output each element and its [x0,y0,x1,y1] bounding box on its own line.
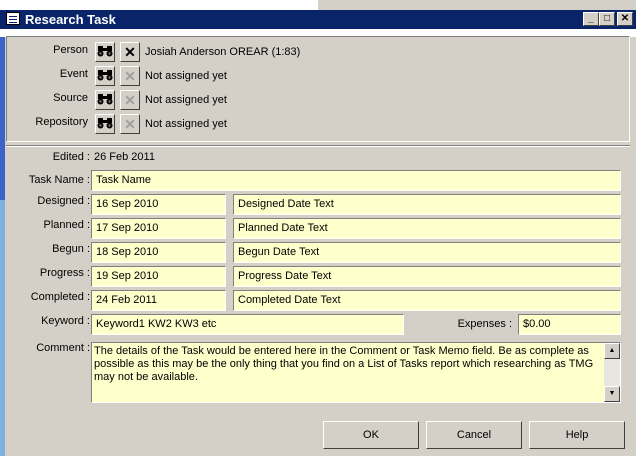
scroll-up-icon[interactable]: ▲ [604,343,620,359]
binoculars-icon [97,117,113,132]
assign-label-event: Event [59,68,88,80]
assign-value-person: Josiah Anderson OREAR (1:83) [145,46,301,58]
task-name-field[interactable]: Task Name [91,170,621,191]
clear-repository-button[interactable]: ✕ [120,114,140,134]
form-icon [6,12,20,25]
designed-date-field[interactable]: 16 Sep 2010 [91,194,226,215]
begun-date-field[interactable]: 18 Sep 2010 [91,242,226,263]
assign-label-repository: Repository [35,116,88,128]
ok-button[interactable]: OK [323,421,419,449]
edited-label: Edited : [52,151,90,163]
edited-value: 26 Feb 2011 [94,151,155,163]
keyword-field[interactable]: Keyword1 KW2 KW3 etc [91,314,404,335]
progress-date-field[interactable]: 19 Sep 2010 [91,266,226,287]
progress-date-text-field[interactable]: Progress Date Text [233,266,621,287]
assign-label-source: Source [53,92,88,104]
progress-label: Progress : [39,267,90,279]
keyword-label: Keyword : [41,315,90,327]
find-repository-button[interactable] [95,114,115,134]
binoculars-icon [97,69,113,84]
planned-date-text-field[interactable]: Planned Date Text [233,218,621,239]
designed-label: Designed : [37,195,90,207]
find-event-button[interactable] [95,66,115,86]
assign-value-repository: Not assigned yet [145,118,227,130]
clear-x-icon: ✕ [124,68,136,84]
begun-label: Begun : [52,243,90,255]
minimize-button[interactable]: _ [583,12,599,26]
planned-date-field[interactable]: 17 Sep 2010 [91,218,226,239]
completed-date-text-field[interactable]: Completed Date Text [233,290,621,311]
planned-label: Planned : [43,219,90,231]
window-title: Research Task [25,12,116,27]
clear-x-icon: ✕ [124,44,136,60]
find-person-button[interactable] [95,42,115,62]
assign-value-event: Not assigned yet [145,70,227,82]
cancel-button[interactable]: Cancel [426,421,522,449]
designed-date-text-field[interactable]: Designed Date Text [233,194,621,215]
expenses-label: Expenses : [457,318,512,330]
comment-scrollbar[interactable]: ▲ ▼ [604,343,620,402]
maximize-button[interactable]: □ [599,12,615,26]
separator [6,145,630,147]
find-source-button[interactable] [95,90,115,110]
binoculars-icon [97,45,113,60]
clear-event-button[interactable]: ✕ [120,66,140,86]
completed-date-field[interactable]: 24 Feb 2011 [91,290,226,311]
binoculars-icon [97,93,113,108]
completed-label: Completed : [30,291,90,303]
clear-x-icon: ✕ [124,92,136,108]
task-name-label: Task Name : [28,174,90,186]
clear-x-icon: ✕ [124,116,136,132]
assign-label-person: Person [53,44,88,56]
begun-date-text-field[interactable]: Begun Date Text [233,242,621,263]
comment-label: Comment : [36,342,90,354]
expenses-field[interactable]: $0.00 [518,314,621,335]
close-button[interactable]: ✕ [617,12,633,26]
comment-memo[interactable]: The details of the Task would be entered… [91,342,621,403]
background-window-edge-lower [0,200,5,456]
help-button[interactable]: Help [529,421,625,449]
assign-value-source: Not assigned yet [145,94,227,106]
clear-person-button[interactable]: ✕ [120,42,140,62]
scroll-down-icon[interactable]: ▼ [604,386,620,402]
clear-source-button[interactable]: ✕ [120,90,140,110]
